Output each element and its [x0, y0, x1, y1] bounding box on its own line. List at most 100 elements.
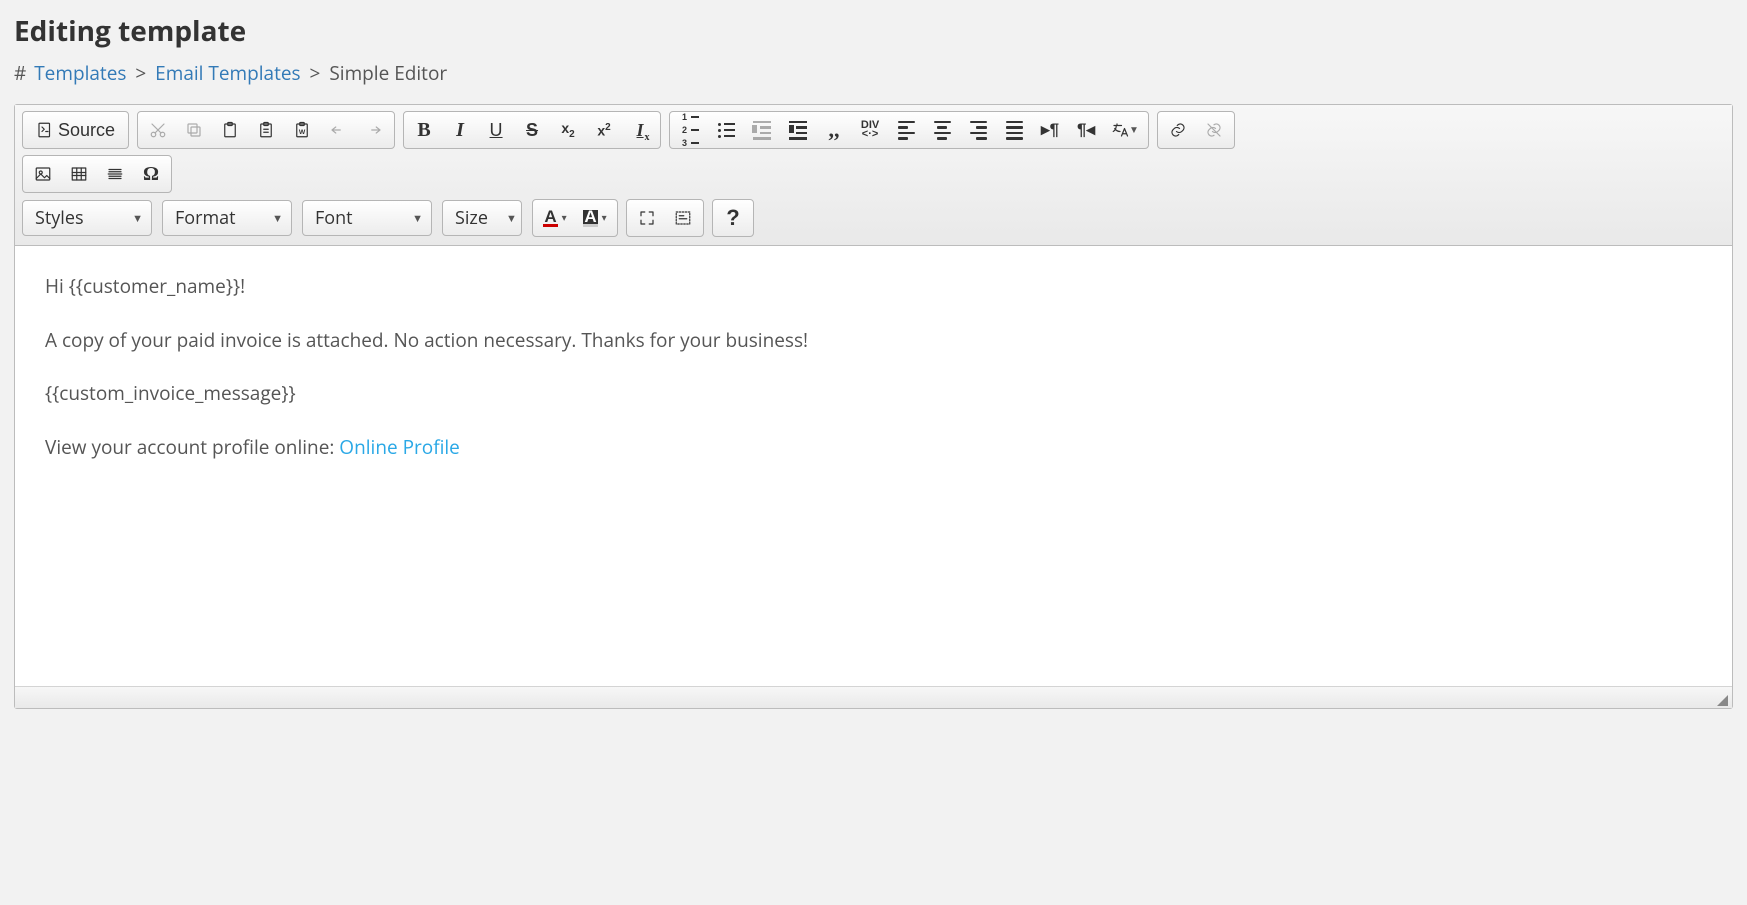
rte-editor: Source W B I U S x2 [14, 104, 1733, 709]
breadcrumb-email-templates[interactable]: Email Templates [155, 60, 300, 86]
redo-icon [365, 121, 383, 139]
bold-button[interactable]: B [406, 114, 442, 146]
paste-icon [221, 121, 239, 139]
table-icon [70, 165, 88, 183]
breadcrumb-sep: > [310, 60, 321, 86]
undo-icon [329, 121, 347, 139]
svg-text:W: W [299, 129, 306, 136]
unlink-button[interactable] [1196, 114, 1232, 146]
align-left-button[interactable] [888, 114, 924, 146]
copy-button[interactable] [176, 114, 212, 146]
cut-button[interactable] [140, 114, 176, 146]
styles-combo[interactable]: Styles ▼ [22, 200, 152, 236]
subscript-button[interactable]: x2 [550, 114, 586, 146]
ltr-button[interactable]: ▸¶ [1032, 114, 1068, 146]
italic-icon: I [456, 119, 464, 142]
bullet-list-icon [718, 123, 735, 138]
chevron-down-icon: ▼ [254, 211, 283, 226]
text-color-icon: A [543, 210, 557, 227]
maximize-icon [638, 209, 656, 227]
bullet-list-button[interactable] [708, 114, 744, 146]
blockquote-button[interactable]: ,, [816, 114, 852, 146]
content-line: {{custom_invoice_message}} [45, 381, 1702, 407]
image-button[interactable] [25, 158, 61, 190]
div-container-button[interactable]: DIV<·> [852, 114, 888, 146]
online-profile-link[interactable]: Online Profile [339, 434, 460, 460]
size-combo[interactable]: Size ▼ [442, 200, 522, 236]
content-line: A copy of your paid invoice is attached.… [45, 328, 1702, 354]
source-button[interactable]: Source [25, 114, 126, 146]
align-right-icon [970, 121, 987, 140]
special-char-button[interactable]: Ω [133, 158, 169, 190]
outdent-button[interactable] [744, 114, 780, 146]
font-combo[interactable]: Font ▼ [302, 200, 432, 236]
superscript-icon: x2 [597, 122, 610, 139]
editor-content-area[interactable]: Hi {{customer_name}}! A copy of your pai… [15, 246, 1732, 686]
indent-button[interactable] [780, 114, 816, 146]
text-color-button[interactable]: A▾ [535, 202, 575, 234]
undo-button[interactable] [320, 114, 356, 146]
align-center-button[interactable] [924, 114, 960, 146]
paste-word-button[interactable]: W [284, 114, 320, 146]
blocks-icon [674, 209, 692, 227]
rtl-button[interactable]: ¶◂ [1068, 114, 1104, 146]
paste-button[interactable] [212, 114, 248, 146]
align-right-button[interactable] [960, 114, 996, 146]
subscript-icon: x2 [561, 120, 574, 140]
about-button[interactable]: ? [715, 202, 751, 234]
remove-format-icon: Ix [637, 120, 644, 141]
breadcrumb-templates[interactable]: Templates [34, 60, 126, 86]
link-button[interactable] [1160, 114, 1196, 146]
language-button[interactable]: ▼ [1104, 114, 1146, 146]
paste-text-icon [257, 121, 275, 139]
image-icon [34, 165, 52, 183]
paste-text-button[interactable] [248, 114, 284, 146]
source-label: Source [58, 120, 115, 141]
table-button[interactable] [61, 158, 97, 190]
copy-icon [185, 121, 203, 139]
outdent-icon [753, 121, 771, 140]
redo-button[interactable] [356, 114, 392, 146]
underline-button[interactable]: U [478, 114, 514, 146]
content-line: Hi {{customer_name}}! [45, 274, 1702, 300]
superscript-button[interactable]: x2 [586, 114, 622, 146]
breadcrumb-hash: # [14, 60, 26, 86]
align-left-icon [898, 121, 915, 140]
editor-statusbar [15, 686, 1732, 708]
resize-handle[interactable] [1717, 695, 1728, 706]
strike-icon: S [526, 120, 538, 141]
align-justify-button[interactable] [996, 114, 1032, 146]
bg-color-button[interactable]: A▾ [575, 202, 615, 234]
strike-button[interactable]: S [514, 114, 550, 146]
align-center-icon [934, 121, 951, 140]
numbered-list-icon: 1 2 3 [682, 112, 699, 148]
content-text: View your account profile online: [45, 434, 339, 460]
scissors-icon [149, 121, 167, 139]
format-combo[interactable]: Format ▼ [162, 200, 292, 236]
bold-icon: B [417, 119, 430, 142]
content-line: View your account profile online: Online… [45, 435, 1702, 461]
chevron-down-icon: ▼ [394, 211, 423, 226]
format-combo-label: Format [175, 206, 236, 230]
italic-button[interactable]: I [442, 114, 478, 146]
numbered-list-button[interactable]: 1 2 3 [672, 114, 708, 146]
chevron-down-icon: ▼ [488, 211, 517, 226]
remove-format-button[interactable]: Ix [622, 114, 658, 146]
quote-icon: ,, [829, 124, 840, 136]
indent-icon [789, 121, 807, 140]
bg-color-icon: A [583, 210, 597, 227]
underline-icon: U [490, 120, 503, 141]
font-combo-label: Font [315, 206, 353, 230]
page-title: Editing template [14, 12, 1733, 50]
source-icon [36, 121, 54, 139]
size-combo-label: Size [455, 206, 488, 230]
chevron-down-icon: ▾ [562, 213, 567, 224]
chevron-down-icon: ▼ [1129, 125, 1139, 136]
maximize-button[interactable] [629, 202, 665, 234]
show-blocks-button[interactable] [665, 202, 701, 234]
horizontal-rule-button[interactable] [97, 158, 133, 190]
paste-word-icon: W [293, 121, 311, 139]
align-justify-icon [1006, 121, 1023, 140]
link-icon [1169, 121, 1187, 139]
ltr-icon: ▸¶ [1041, 120, 1059, 140]
